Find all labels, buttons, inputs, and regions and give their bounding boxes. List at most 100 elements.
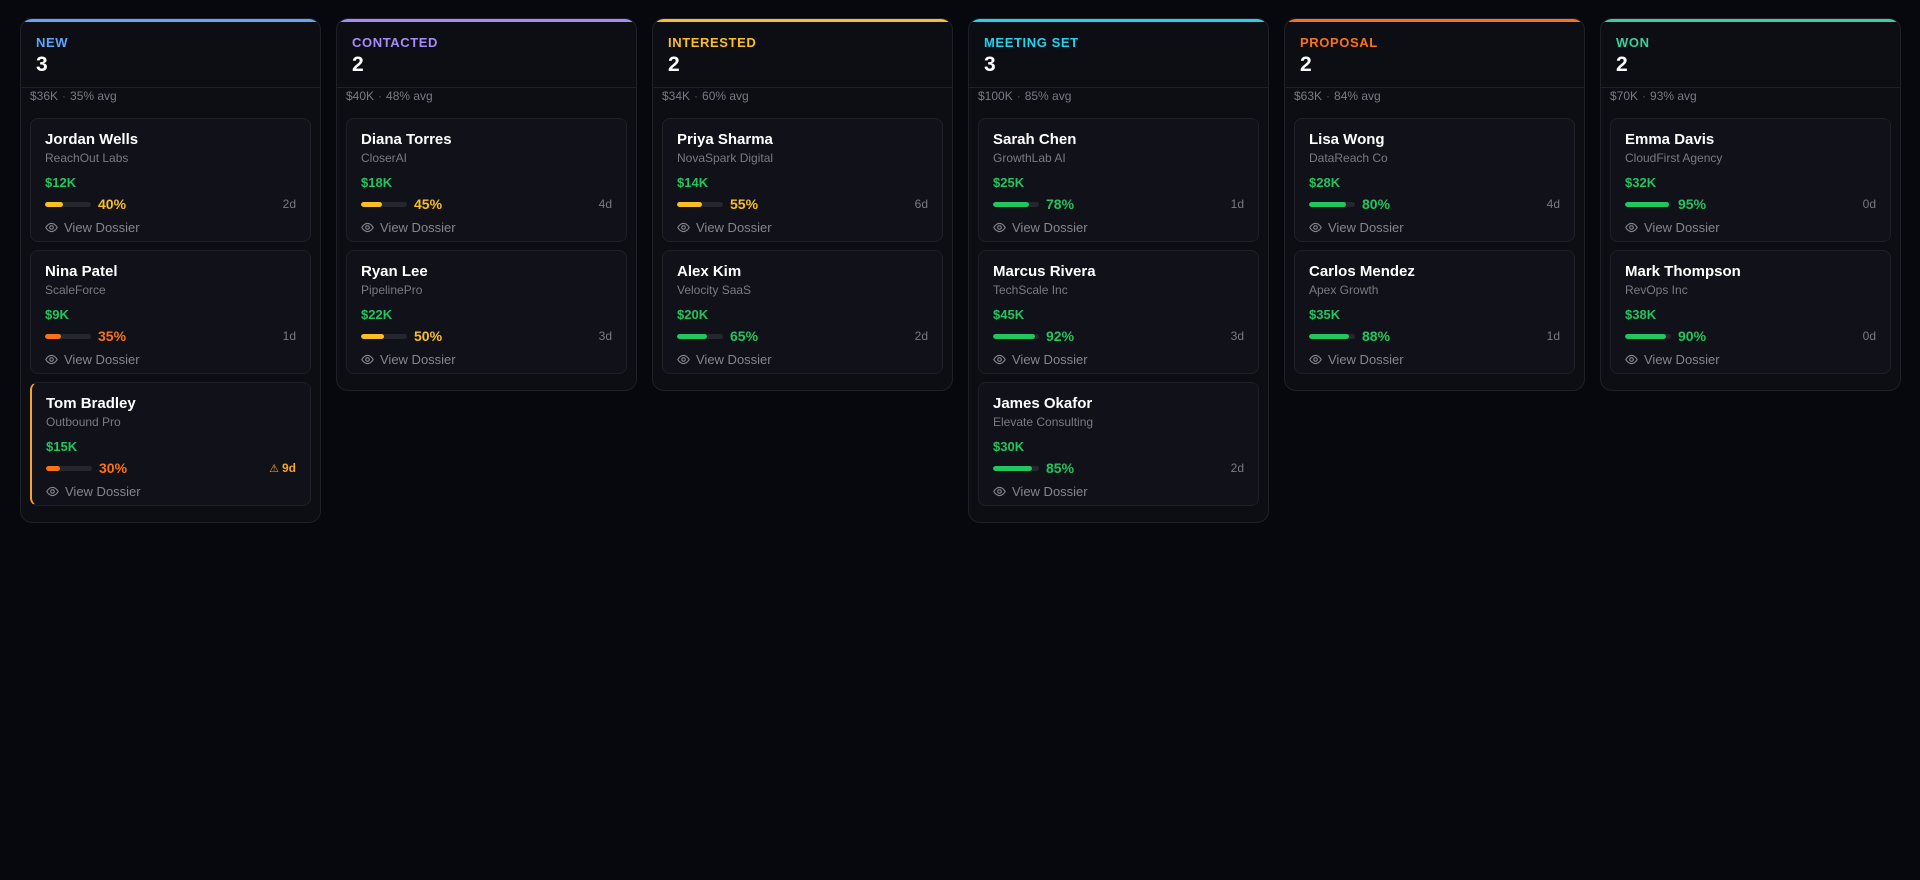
column-avg-probability: 60% avg — [702, 89, 749, 103]
eye-icon — [1309, 221, 1322, 234]
lead-card[interactable]: Mark Thompson RevOps Inc $38K 90% 0d Vie… — [1610, 250, 1891, 374]
column-count: 2 — [352, 53, 364, 76]
lead-card[interactable]: Marcus Rivera TechScale Inc $45K 92% 3d … — [978, 250, 1259, 374]
lead-card[interactable]: Jordan Wells ReachOut Labs $12K 40% 2d V… — [30, 118, 311, 242]
lead-company: ScaleForce — [45, 283, 106, 297]
eye-icon — [677, 353, 690, 366]
days-in-stage: 6d — [914, 197, 928, 211]
column-header[interactable]: NEW 3 — [21, 19, 320, 88]
view-dossier-button[interactable]: View Dossier — [677, 352, 928, 367]
column-header[interactable]: MEETING SET 3 — [969, 19, 1268, 88]
column-header[interactable]: PROPOSAL 2 — [1285, 19, 1584, 88]
probability-percent: 40% — [98, 196, 127, 212]
lead-card[interactable]: Carlos Mendez Apex Growth $35K 88% 1d Vi… — [1294, 250, 1575, 374]
separator-dot: · — [62, 89, 67, 103]
probability-bar-fill — [1625, 333, 1667, 339]
view-dossier-button[interactable]: View Dossier — [993, 484, 1244, 499]
card-list: Lisa Wong DataReach Co $28K 80% 4d View … — [1285, 118, 1584, 374]
lead-name: Lisa Wong — [1309, 131, 1385, 148]
lead-company: ReachOut Labs — [45, 151, 129, 165]
probability-bar-fill — [361, 201, 382, 207]
probability-bar-fill — [46, 465, 60, 471]
lead-card[interactable]: Emma Davis CloudFirst Agency $32K 95% 0d… — [1610, 118, 1891, 242]
lead-name: Nina Patel — [45, 263, 118, 280]
lead-name: James Okafor — [993, 395, 1093, 412]
view-dossier-label: View Dossier — [1328, 220, 1404, 235]
lead-company: CloudFirst Agency — [1625, 151, 1723, 165]
probability-bar — [1309, 201, 1355, 207]
view-dossier-label: View Dossier — [64, 220, 140, 235]
view-dossier-button[interactable]: View Dossier — [1625, 352, 1876, 367]
column-header[interactable]: WON 2 — [1601, 19, 1900, 88]
lead-card[interactable]: Ryan Lee PipelinePro $22K 50% 3d View Do… — [346, 250, 627, 374]
view-dossier-button[interactable]: View Dossier — [46, 484, 296, 499]
lead-card[interactable]: Tom Bradley Outbound Pro $15K 30% ⚠ 9d Vi… — [30, 382, 311, 506]
view-dossier-button[interactable]: View Dossier — [361, 352, 612, 367]
column-title: WON — [1616, 35, 1650, 50]
separator-dot: · — [1016, 89, 1021, 103]
separator-dot: · — [1326, 89, 1331, 103]
view-dossier-button[interactable]: View Dossier — [1625, 220, 1876, 235]
card-list: Emma Davis CloudFirst Agency $32K 95% 0d… — [1601, 118, 1900, 374]
column-summary: $100K · 85% avg — [969, 88, 1268, 103]
deal-value: $20K — [677, 307, 709, 322]
deal-value: $35K — [1309, 307, 1341, 322]
view-dossier-button[interactable]: View Dossier — [1309, 352, 1560, 367]
eye-icon — [993, 485, 1006, 498]
days-in-stage: ⚠ 9d — [269, 461, 296, 475]
lead-name: Sarah Chen — [993, 131, 1077, 148]
probability-bar-fill — [993, 201, 1029, 207]
lead-card[interactable]: Sarah Chen GrowthLab AI $25K 78% 1d View… — [978, 118, 1259, 242]
deal-value: $18K — [361, 175, 393, 190]
probability-row: 30% ⚠ 9d — [46, 459, 296, 477]
probability-bar-fill — [1309, 201, 1346, 207]
column-count: 2 — [1616, 53, 1628, 76]
view-dossier-label: View Dossier — [1012, 220, 1088, 235]
lead-card[interactable]: Alex Kim Velocity SaaS $20K 65% 2d View … — [662, 250, 943, 374]
eye-icon — [677, 221, 690, 234]
lead-company: DataReach Co — [1309, 151, 1388, 165]
view-dossier-button[interactable]: View Dossier — [677, 220, 928, 235]
lead-card[interactable]: James Okafor Elevate Consulting $30K 85%… — [978, 382, 1259, 506]
column-count: 3 — [36, 53, 48, 76]
view-dossier-button[interactable]: View Dossier — [993, 220, 1244, 235]
warning-triangle-icon: ⚠ — [269, 462, 279, 475]
lead-company: NovaSpark Digital — [677, 151, 774, 165]
days-in-stage: 3d — [1230, 329, 1244, 343]
probability-bar-fill — [361, 333, 384, 339]
lead-card[interactable]: Lisa Wong DataReach Co $28K 80% 4d View … — [1294, 118, 1575, 242]
lead-card[interactable]: Priya Sharma NovaSpark Digital $14K 55% … — [662, 118, 943, 242]
column-count: 2 — [668, 53, 680, 76]
lead-name: Emma Davis — [1625, 131, 1715, 148]
view-dossier-button[interactable]: View Dossier — [45, 352, 296, 367]
probability-row: 35% 1d — [45, 327, 296, 345]
lead-name: Marcus Rivera — [993, 263, 1096, 280]
view-dossier-button[interactable]: View Dossier — [45, 220, 296, 235]
probability-percent: 50% — [414, 328, 443, 344]
column-avg-probability: 35% avg — [70, 89, 117, 103]
probability-percent: 55% — [730, 196, 759, 212]
view-dossier-button[interactable]: View Dossier — [361, 220, 612, 235]
lead-card[interactable]: Diana Torres CloserAI $18K 45% 4d View D… — [346, 118, 627, 242]
days-in-stage: 1d — [1230, 197, 1244, 211]
probability-bar-fill — [45, 333, 62, 339]
eye-icon — [1309, 353, 1322, 366]
deal-value: $15K — [46, 439, 78, 454]
probability-row: 50% 3d — [361, 327, 612, 345]
lead-company: Velocity SaaS — [677, 283, 752, 297]
probability-bar — [45, 333, 91, 339]
days-in-stage: 4d — [598, 197, 612, 211]
column-title: NEW — [36, 35, 69, 50]
view-dossier-button[interactable]: View Dossier — [993, 352, 1244, 367]
lead-company: Apex Growth — [1309, 283, 1379, 297]
column-header[interactable]: INTERESTED 2 — [653, 19, 952, 88]
column-title: CONTACTED — [352, 35, 439, 50]
view-dossier-button[interactable]: View Dossier — [1309, 220, 1560, 235]
probability-percent: 30% — [99, 460, 128, 476]
days-in-stage: 1d — [1546, 329, 1560, 343]
pipeline-board: NEW 3 $36K · 35% avg Jordan Wells ReachOut… — [20, 18, 1901, 523]
lead-company: GrowthLab AI — [993, 151, 1066, 165]
column-header[interactable]: CONTACTED 2 — [337, 19, 636, 88]
lead-card[interactable]: Nina Patel ScaleForce $9K 35% 1d View Do… — [30, 250, 311, 374]
deal-value: $28K — [1309, 175, 1341, 190]
